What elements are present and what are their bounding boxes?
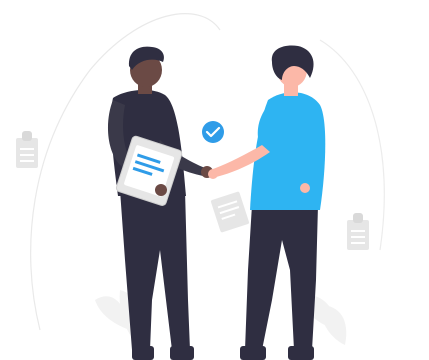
- person-left-legs: [120, 190, 190, 350]
- person-left-shoe: [132, 346, 154, 360]
- check-circle-icon: [202, 121, 224, 143]
- person-left-hand: [155, 184, 167, 196]
- person-left-shoe-2: [170, 346, 194, 360]
- clipboard-icon: [16, 131, 38, 168]
- person-right-legs: [245, 205, 318, 350]
- background-arc-right: [319, 39, 385, 251]
- person-right-shoe-2: [288, 346, 314, 360]
- document-icon: [211, 191, 249, 233]
- clipboard-icon-right: [347, 213, 369, 250]
- handshake-scene: [16, 13, 385, 360]
- person-right-shoe: [240, 346, 266, 360]
- handshake-illustration: [0, 0, 429, 360]
